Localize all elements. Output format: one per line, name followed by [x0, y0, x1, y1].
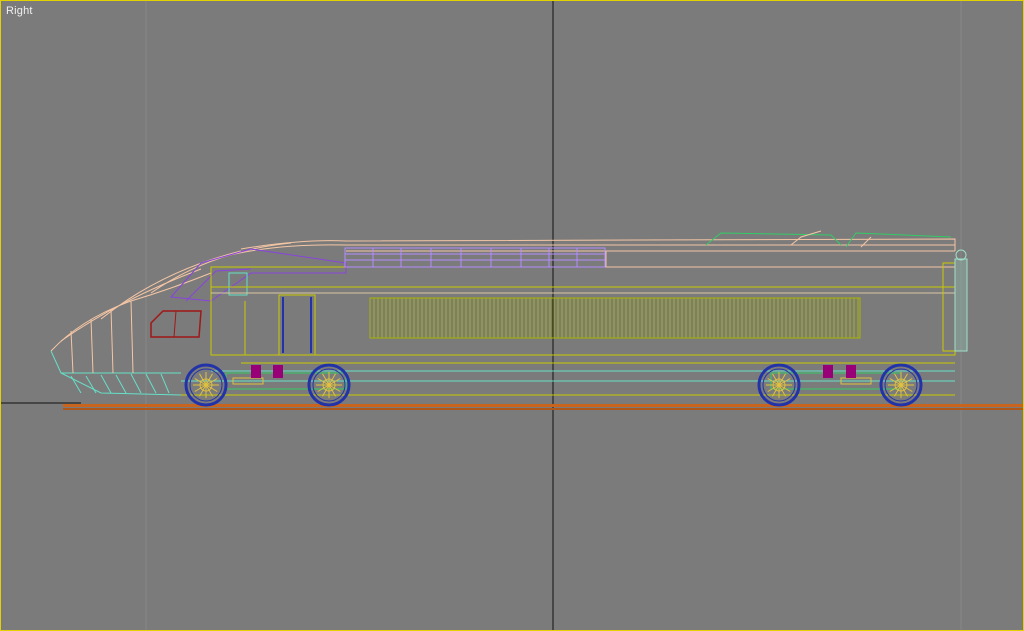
viewport-right[interactable]: Right — [0, 0, 1024, 631]
wheel — [184, 363, 228, 407]
side-grille — [369, 297, 861, 339]
viewport-scene[interactable] — [1, 1, 1023, 630]
